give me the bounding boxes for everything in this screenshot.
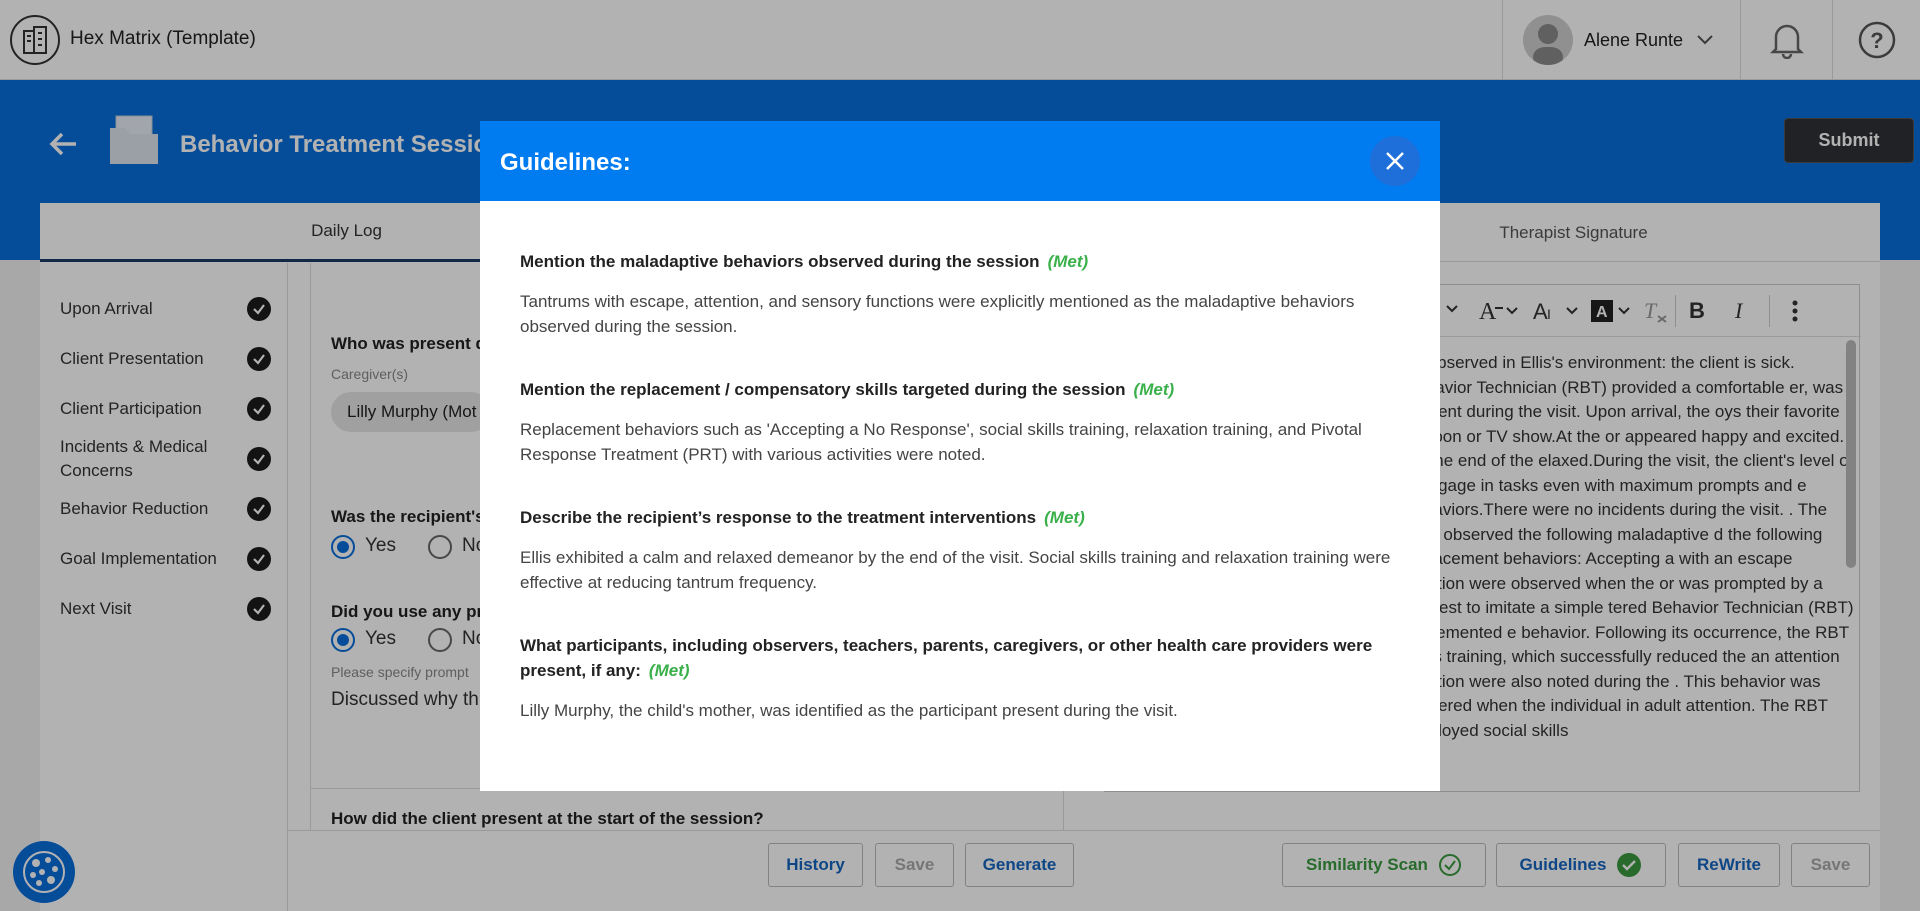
guideline-question-text: Mention the maladaptive behaviors observ… (520, 252, 1040, 271)
guideline-question: Describe the recipient’s response to the… (520, 505, 1400, 530)
guideline-item: Mention the maladaptive behaviors observ… (520, 249, 1400, 339)
guideline-question-text: Describe the recipient’s response to the… (520, 508, 1037, 527)
guideline-answer: Lilly Murphy, the child's mother, was id… (520, 701, 1178, 720)
close-icon (1386, 152, 1404, 170)
guideline-answer: Tantrums with escape, attention, and sen… (520, 292, 1355, 336)
guideline-answer: Ellis exhibited a calm and relaxed demea… (520, 548, 1391, 592)
guideline-item: What participants, including observers, … (520, 633, 1400, 724)
status-badge: (Met) (1133, 380, 1175, 399)
status-badge: (Met) (1044, 508, 1085, 527)
guideline-answer: Replacement behaviors such as 'Accepting… (520, 420, 1362, 464)
guideline-item: Describe the recipient’s response to the… (520, 505, 1400, 595)
guidelines-modal: Guidelines: Mention the maladaptive beha… (480, 121, 1440, 791)
guideline-item: Mention the replacement / compensatory s… (520, 377, 1400, 467)
guideline-question-text: Mention the replacement / compensatory s… (520, 380, 1126, 399)
guideline-question: Mention the maladaptive behaviors observ… (520, 249, 1400, 274)
modal-header: Guidelines: (480, 121, 1440, 201)
guideline-question: What participants, including observers, … (520, 633, 1400, 683)
guideline-question-text: What participants, including observers, … (520, 636, 1373, 680)
status-badge: (Met) (1047, 252, 1089, 271)
modal-title: Guidelines: (500, 149, 631, 176)
guideline-question: Mention the replacement / compensatory s… (520, 377, 1400, 402)
close-button[interactable] (1370, 136, 1420, 186)
status-badge: (Met) (648, 661, 690, 680)
